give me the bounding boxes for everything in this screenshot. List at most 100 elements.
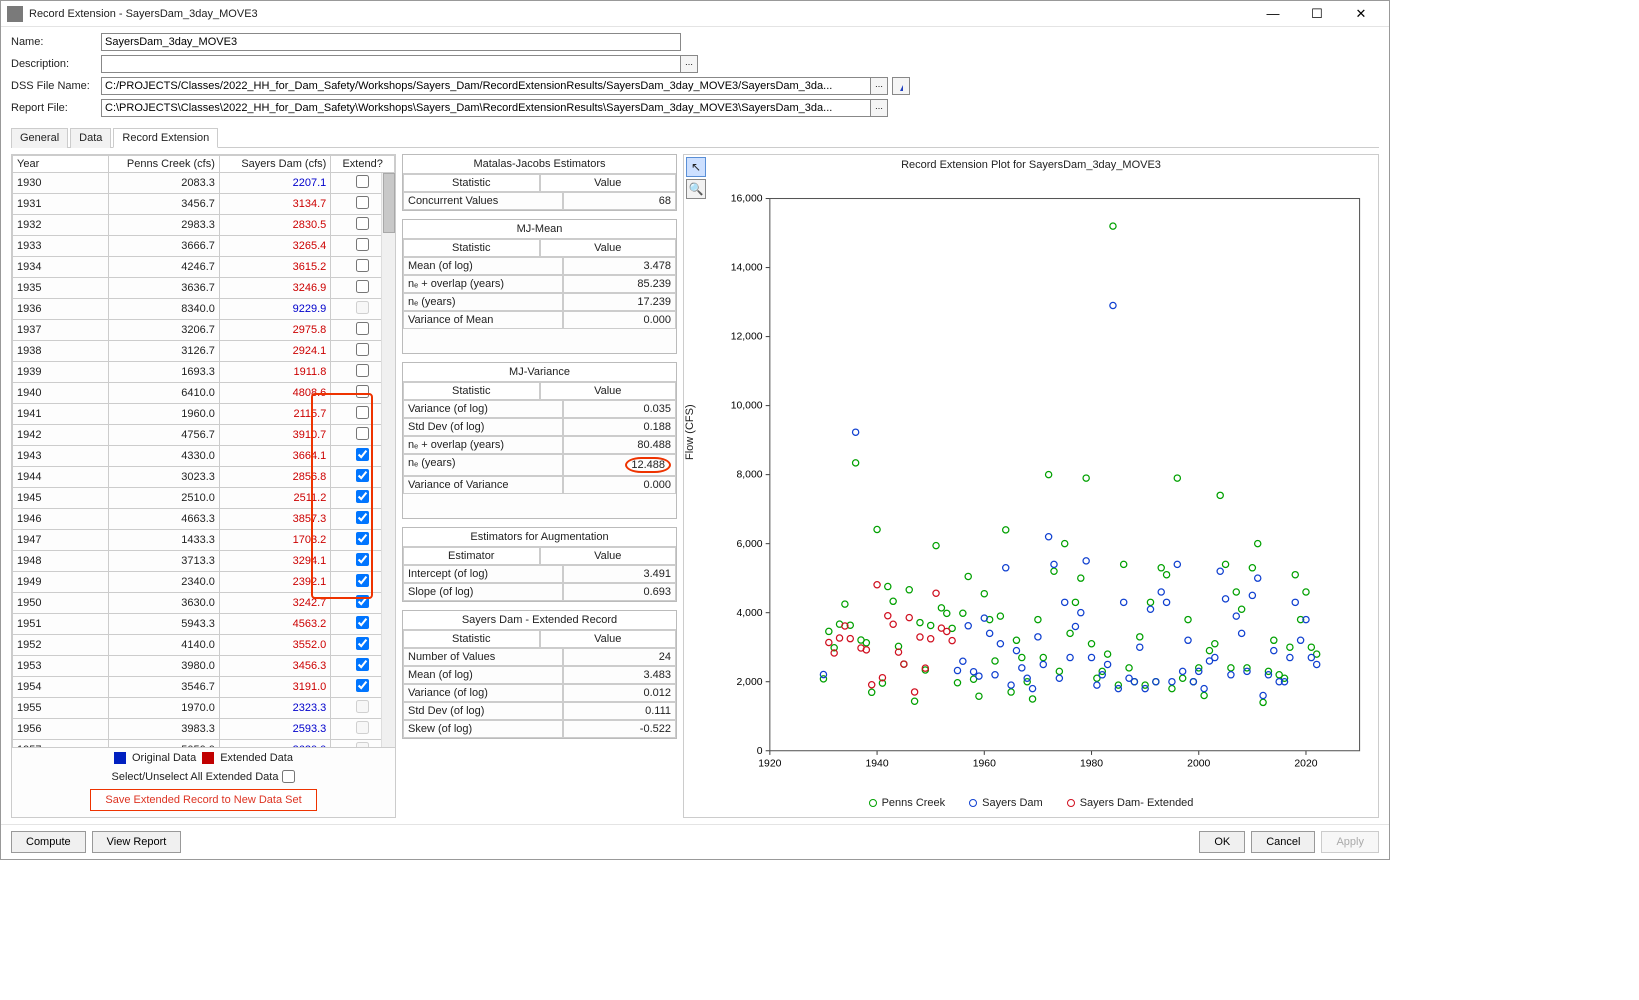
mj-variance-box: MJ-Variance StatisticValue Variance (of … bbox=[402, 362, 677, 519]
extend-checkbox[interactable] bbox=[356, 238, 369, 251]
report-file-input[interactable] bbox=[101, 99, 871, 117]
extend-checkbox[interactable] bbox=[356, 595, 369, 608]
minimize-button[interactable]: — bbox=[1251, 3, 1295, 25]
table-row[interactable]: 19391693.31911.8 bbox=[13, 362, 395, 383]
extend-checkbox[interactable] bbox=[356, 679, 369, 692]
table-row[interactable]: 19551970.02323.3 bbox=[13, 698, 395, 719]
svg-text:8,000: 8,000 bbox=[737, 470, 763, 481]
extend-checkbox[interactable] bbox=[356, 637, 369, 650]
extend-checkbox[interactable] bbox=[356, 280, 369, 293]
table-row[interactable]: 19411960.02115.7 bbox=[13, 404, 395, 425]
extend-checkbox[interactable] bbox=[356, 343, 369, 356]
ok-button[interactable]: OK bbox=[1199, 831, 1245, 853]
name-input[interactable] bbox=[101, 33, 681, 51]
maximize-button[interactable]: ☐ bbox=[1295, 3, 1339, 25]
table-row[interactable]: 19434330.03664.1 bbox=[13, 446, 395, 467]
svg-text:6,000: 6,000 bbox=[737, 539, 763, 550]
tab-data[interactable]: Data bbox=[70, 128, 111, 148]
extend-checkbox[interactable] bbox=[356, 616, 369, 629]
statistics-panel: Matalas-Jacobs Estimators StatisticValue… bbox=[402, 154, 677, 818]
extend-checkbox[interactable] bbox=[356, 469, 369, 482]
col-penns[interactable]: Penns Creek (cfs) bbox=[108, 156, 219, 173]
extension-data-table[interactable]: Year Penns Creek (cfs) Sayers Dam (cfs) … bbox=[12, 155, 395, 748]
chart-title: Record Extension Plot for SayersDam_3day… bbox=[684, 155, 1378, 175]
extend-checkbox[interactable] bbox=[356, 742, 369, 748]
name-label: Name: bbox=[11, 36, 101, 48]
table-row[interactable]: 19515943.34563.2 bbox=[13, 614, 395, 635]
table-row[interactable]: 19302083.32207.1 bbox=[13, 173, 395, 194]
svg-text:2020: 2020 bbox=[1294, 758, 1317, 769]
extend-checkbox[interactable] bbox=[356, 553, 369, 566]
col-sayers[interactable]: Sayers Dam (cfs) bbox=[219, 156, 330, 173]
extend-checkbox[interactable] bbox=[356, 364, 369, 377]
table-scrollbar[interactable] bbox=[381, 173, 395, 747]
tab-record-extension[interactable]: Record Extension bbox=[113, 128, 218, 148]
col-extend[interactable]: Extend? bbox=[331, 156, 395, 173]
table-row[interactable]: 19524140.03552.0 bbox=[13, 635, 395, 656]
extend-checkbox[interactable] bbox=[356, 700, 369, 713]
table-row[interactable]: 19503630.03242.7 bbox=[13, 593, 395, 614]
tab-general[interactable]: General bbox=[11, 128, 68, 148]
cursor-tool[interactable]: ↖ bbox=[686, 157, 706, 177]
table-row[interactable]: 19344246.73615.2 bbox=[13, 257, 395, 278]
table-row[interactable]: 19313456.73134.7 bbox=[13, 194, 395, 215]
dss-graph-button[interactable] bbox=[892, 77, 910, 95]
extend-checkbox[interactable] bbox=[356, 175, 369, 188]
table-row[interactable]: 19424756.73910.7 bbox=[13, 425, 395, 446]
extend-checkbox[interactable] bbox=[356, 490, 369, 503]
extend-checkbox[interactable] bbox=[356, 574, 369, 587]
extend-checkbox[interactable] bbox=[356, 406, 369, 419]
table-row[interactable]: 19333666.73265.4 bbox=[13, 236, 395, 257]
extend-checkbox[interactable] bbox=[356, 196, 369, 209]
extend-checkbox[interactable] bbox=[356, 385, 369, 398]
close-button[interactable]: ✕ bbox=[1339, 3, 1383, 25]
table-row[interactable]: 19383126.72924.1 bbox=[13, 341, 395, 362]
extend-checkbox[interactable] bbox=[356, 532, 369, 545]
table-row[interactable]: 19543546.73191.0 bbox=[13, 677, 395, 698]
table-row[interactable]: 19483713.33294.1 bbox=[13, 551, 395, 572]
svg-text:1960: 1960 bbox=[973, 758, 996, 769]
extend-checkbox[interactable] bbox=[356, 427, 369, 440]
table-row[interactable]: 19353636.73246.9 bbox=[13, 278, 395, 299]
extend-checkbox[interactable] bbox=[356, 301, 369, 314]
table-row[interactable]: 19471433.31703.2 bbox=[13, 530, 395, 551]
extend-checkbox[interactable] bbox=[356, 322, 369, 335]
titlebar[interactable]: Record Extension - SayersDam_3day_MOVE3 … bbox=[1, 1, 1389, 27]
table-row[interactable]: 19443023.32856.8 bbox=[13, 467, 395, 488]
description-label: Description: bbox=[11, 58, 101, 70]
table-row[interactable]: 19533980.03456.3 bbox=[13, 656, 395, 677]
table-row[interactable]: 19575050.03620.0 bbox=[13, 740, 395, 749]
scatter-plot[interactable]: 02,0004,0006,0008,00010,00012,00014,0001… bbox=[724, 175, 1370, 793]
cancel-button[interactable]: Cancel bbox=[1251, 831, 1315, 853]
select-all-checkbox[interactable] bbox=[282, 770, 295, 783]
compute-button[interactable]: Compute bbox=[11, 831, 86, 853]
dss-file-input[interactable] bbox=[101, 77, 871, 95]
extend-checkbox[interactable] bbox=[356, 721, 369, 734]
table-row[interactable]: 19452510.02511.2 bbox=[13, 488, 395, 509]
extend-checkbox[interactable] bbox=[356, 217, 369, 230]
table-row[interactable]: 19492340.02392.1 bbox=[13, 572, 395, 593]
col-year[interactable]: Year bbox=[13, 156, 109, 173]
extend-checkbox[interactable] bbox=[356, 448, 369, 461]
table-row[interactable]: 19563983.32593.3 bbox=[13, 719, 395, 740]
svg-text:16,000: 16,000 bbox=[731, 194, 763, 205]
table-row[interactable]: 19322983.32830.5 bbox=[13, 215, 395, 236]
apply-button[interactable]: Apply bbox=[1321, 831, 1379, 853]
table-row[interactable]: 19464663.33857.3 bbox=[13, 509, 395, 530]
description-input[interactable] bbox=[101, 55, 681, 73]
table-row[interactable]: 19406410.04808.6 bbox=[13, 383, 395, 404]
report-file-browse-button[interactable]: ⋯ bbox=[870, 99, 888, 117]
chart-area[interactable]: Flow (CFS) 02,0004,0006,0008,00010,00012… bbox=[724, 175, 1370, 793]
extend-checkbox[interactable] bbox=[356, 511, 369, 524]
view-report-button[interactable]: View Report bbox=[92, 831, 182, 853]
description-expand-button[interactable]: ⋯ bbox=[680, 55, 698, 73]
extend-checkbox[interactable] bbox=[356, 259, 369, 272]
table-row[interactable]: 19373206.72975.8 bbox=[13, 320, 395, 341]
save-extended-record-button[interactable]: Save Extended Record to New Data Set bbox=[90, 789, 316, 811]
dss-file-browse-button[interactable]: ⋯ bbox=[870, 77, 888, 95]
scrollbar-thumb[interactable] bbox=[383, 173, 395, 233]
zoom-tool[interactable]: 🔍 bbox=[686, 179, 706, 199]
extend-checkbox[interactable] bbox=[356, 658, 369, 671]
original-data-label: Original Data bbox=[132, 752, 196, 764]
table-row[interactable]: 19368340.09229.9 bbox=[13, 299, 395, 320]
